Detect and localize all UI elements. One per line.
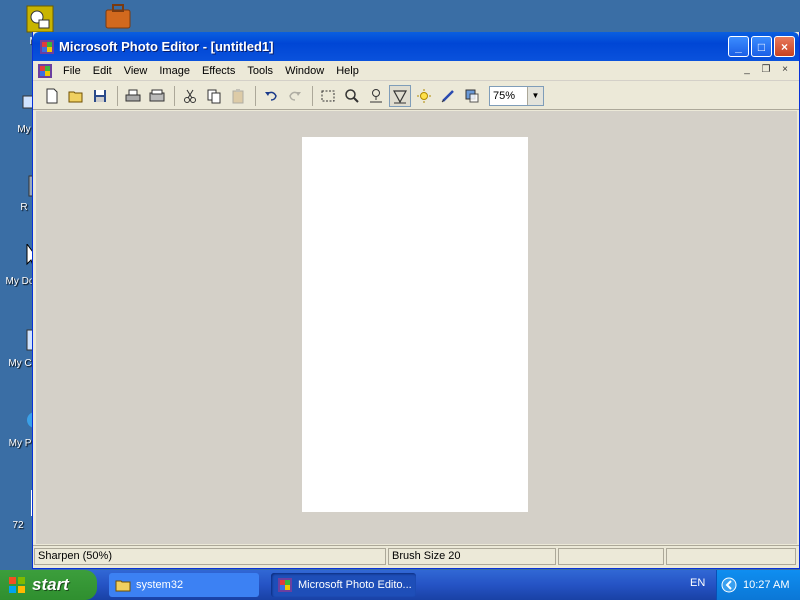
menu-help[interactable]: Help xyxy=(330,61,365,81)
redo-button[interactable] xyxy=(284,85,306,107)
menu-bar: File Edit View Image Effects Tools Windo… xyxy=(33,61,799,81)
magnifier-icon xyxy=(345,88,359,103)
status-bar: Sharpen (50%) Brush Size 20 xyxy=(33,545,799,567)
window-title: Microsoft Photo Editor - [untitled1] xyxy=(59,39,274,54)
chevron-left-icon[interactable] xyxy=(721,577,737,593)
chevron-down-icon[interactable]: ▼ xyxy=(527,86,543,105)
paste-icon xyxy=(232,88,244,103)
toolbar-separator xyxy=(312,85,313,106)
scissors-icon xyxy=(184,89,196,103)
menu-view[interactable]: View xyxy=(118,61,154,81)
zoom-value: 75% xyxy=(493,89,516,102)
save-button[interactable] xyxy=(89,85,111,107)
taskbar: start system32 Microsoft Photo Edito... xyxy=(0,570,800,600)
image-canvas[interactable] xyxy=(302,137,528,512)
system-tray: 10:27 AM xyxy=(716,570,800,600)
minimize-button[interactable]: _ xyxy=(728,36,749,57)
select-button[interactable] xyxy=(317,85,339,107)
status-panel xyxy=(558,548,664,565)
redo-icon xyxy=(289,91,301,101)
taskbar-item-system32[interactable]: system32 xyxy=(109,573,259,597)
sharpen-button[interactable] xyxy=(389,84,411,107)
printer-icon xyxy=(125,89,141,101)
undo-button[interactable] xyxy=(260,85,282,107)
photo-editor-icon xyxy=(278,578,292,592)
document-restore-button[interactable]: ❐ xyxy=(758,63,774,77)
briefcase-icon xyxy=(103,2,133,32)
toolbar: 75% ▼ xyxy=(33,82,799,110)
cut-button[interactable] xyxy=(179,85,201,107)
copy-button[interactable] xyxy=(203,85,225,107)
scanner-icon xyxy=(149,89,165,101)
status-effect: Sharpen (50%) xyxy=(34,548,386,565)
save-icon xyxy=(94,89,106,102)
undo-icon xyxy=(265,91,277,101)
clock: 10:27 AM xyxy=(743,579,790,591)
sun-icon xyxy=(417,88,431,103)
windows-logo-icon xyxy=(9,577,25,593)
sharpen-icon xyxy=(392,89,408,103)
computer-icon xyxy=(5,326,36,356)
copy-icon xyxy=(207,89,221,103)
zoom-select[interactable]: 75% ▼ xyxy=(489,85,544,106)
toolbar-separator xyxy=(117,85,118,106)
document-close-button[interactable]: × xyxy=(777,63,793,77)
menu-image[interactable]: Image xyxy=(153,61,196,81)
start-button[interactable]: start xyxy=(0,570,97,600)
internet-explorer-icon xyxy=(5,406,43,436)
language-indicator[interactable]: EN xyxy=(690,577,705,589)
close-button[interactable]: × xyxy=(774,36,795,57)
taskbar-item-label: system32 xyxy=(136,579,184,591)
document-minimize-button[interactable]: _ xyxy=(739,63,755,77)
photo-editor-icon xyxy=(39,39,55,55)
taskbar-item-label: Microsoft Photo Edito... xyxy=(298,579,412,591)
title-bar[interactable]: Microsoft Photo Editor - [untitled1] _ □… xyxy=(33,32,799,61)
status-panel xyxy=(666,548,796,565)
brightness-button[interactable] xyxy=(413,85,435,107)
transparency-icon xyxy=(465,89,479,102)
status-brush-size: Brush Size 20 xyxy=(388,548,556,565)
folder-icon xyxy=(115,580,131,592)
smudge-icon xyxy=(370,88,382,102)
new-button[interactable] xyxy=(41,85,63,107)
menu-window[interactable]: Window xyxy=(279,61,330,81)
desktop-icon-briefcase[interactable] xyxy=(88,2,148,34)
paste-button[interactable] xyxy=(227,85,249,107)
menu-effects[interactable]: Effects xyxy=(196,61,241,81)
toolbar-separator xyxy=(255,85,256,106)
menu-tools[interactable]: Tools xyxy=(241,61,279,81)
open-folder-icon xyxy=(68,91,83,102)
start-label: start xyxy=(32,575,69,594)
cursor-icon xyxy=(5,242,39,274)
taskbar-item-photo-editor[interactable]: Microsoft Photo Edito... xyxy=(271,573,416,597)
photo-editor-window: Microsoft Photo Editor - [untitled1] _ □… xyxy=(32,32,800,569)
file-icon xyxy=(3,488,35,518)
toolbar-separator xyxy=(174,85,175,106)
smudge-button[interactable] xyxy=(365,85,387,107)
maximize-button[interactable]: □ xyxy=(751,36,772,57)
selection-icon xyxy=(321,90,335,101)
pen-icon xyxy=(441,89,454,102)
transparency-button[interactable] xyxy=(461,85,483,107)
menu-file[interactable]: File xyxy=(57,61,87,81)
workspace xyxy=(36,111,797,544)
zoom-tool-button[interactable] xyxy=(341,85,363,107)
outlook-icon xyxy=(25,4,55,34)
scan-button[interactable] xyxy=(146,85,168,107)
pen-button[interactable] xyxy=(437,85,459,107)
document-icon[interactable] xyxy=(37,63,53,79)
menu-edit[interactable]: Edit xyxy=(87,61,118,81)
new-file-icon xyxy=(46,88,58,103)
print-button[interactable] xyxy=(122,85,144,107)
open-button[interactable] xyxy=(65,85,87,107)
